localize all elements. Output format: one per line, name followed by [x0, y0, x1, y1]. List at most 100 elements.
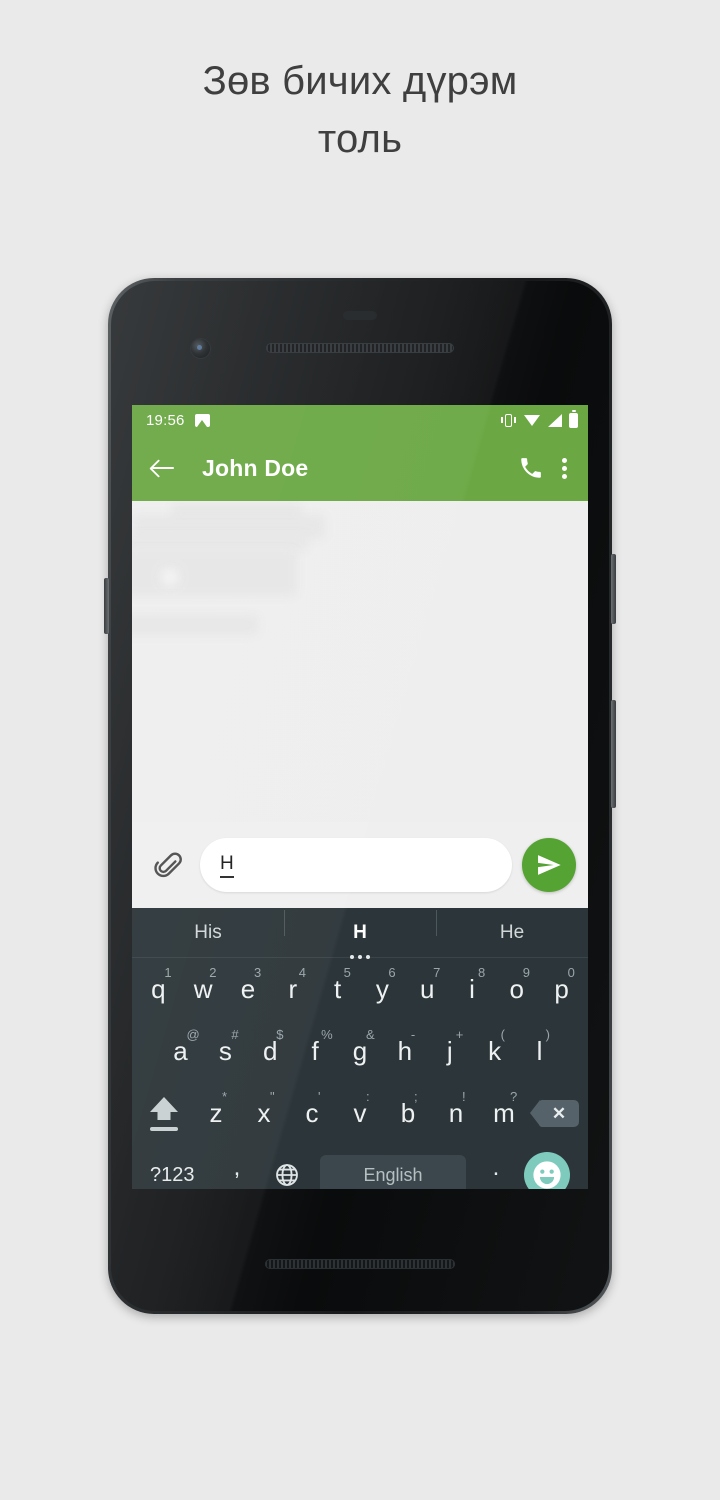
key-superscript: : [366, 1089, 370, 1104]
key-superscript: ? [510, 1089, 518, 1104]
key-superscript: - [410, 1027, 416, 1042]
blurred-message-placeholder [132, 535, 308, 551]
key-label: i [469, 974, 475, 1004]
phone-screen: 19:56 John Doe H His H He 1 q 2 w 3 e 4 … [132, 405, 588, 1189]
key-superscript: 4 [298, 965, 307, 980]
send-button[interactable] [522, 838, 576, 892]
key-u[interactable]: 7u [405, 958, 450, 1020]
page-title-line-1: Зөв бичих дүрэм [202, 59, 518, 103]
key-superscript: " [270, 1089, 275, 1104]
backspace-key[interactable]: ✕ [528, 1082, 584, 1144]
conversation-area[interactable] [132, 501, 588, 822]
keyboard-row-2: @ a # s $ d % f & g -h + j (k ) l [132, 1020, 588, 1082]
globe-icon[interactable] [262, 1162, 312, 1188]
keyboard-row-4: ?123 , English . [132, 1144, 588, 1189]
message-composer: H [132, 822, 588, 908]
key-t[interactable]: 5t [315, 958, 360, 1020]
attachment-icon[interactable] [152, 848, 186, 882]
power-button[interactable] [611, 554, 616, 624]
key-k[interactable]: (k [472, 1020, 517, 1082]
key-superscript: 7 [433, 965, 441, 980]
key-superscript: 5 [343, 965, 351, 980]
key-d[interactable]: $ d [248, 1020, 293, 1082]
key-superscript: ! [462, 1089, 466, 1104]
key-label: f [311, 1036, 319, 1066]
key-c[interactable]: ' c [288, 1082, 336, 1144]
key-g[interactable]: & g [338, 1020, 383, 1082]
key-superscript: $ [276, 1027, 284, 1042]
key-s[interactable]: # s [203, 1020, 248, 1082]
suggestion-label: He [499, 921, 525, 943]
period-key[interactable]: . [474, 1154, 518, 1189]
key-v[interactable]: :v [336, 1082, 384, 1144]
message-input-value: H [220, 853, 234, 878]
blurred-message-placeholder [132, 615, 258, 635]
wifi-icon [524, 414, 541, 427]
phone-bezel: 19:56 John Doe H His H He 1 q 2 w 3 e 4 … [111, 281, 609, 1311]
suggestion-item-0[interactable]: His [132, 922, 284, 944]
key-q[interactable]: 1q [136, 958, 181, 1020]
key-o[interactable]: 9o [494, 958, 539, 1020]
key-superscript: ' [318, 1089, 321, 1104]
page-title-line-2: толь [317, 117, 403, 161]
symbols-key[interactable]: ?123 [144, 1164, 212, 1187]
key-x[interactable]: " x [240, 1082, 288, 1144]
key-i[interactable]: 8i [450, 958, 495, 1020]
backspace-glyph: ✕ [551, 1103, 567, 1123]
key-label: y [375, 974, 389, 1004]
key-label: r [288, 974, 298, 1004]
key-n[interactable]: ! n [432, 1082, 480, 1144]
suggestion-item-2[interactable]: He [436, 909, 588, 944]
key-p[interactable]: 0p [539, 958, 584, 1020]
page-title: Зөв бичих дүрэм толь [0, 52, 720, 168]
status-bar-icons [500, 412, 578, 428]
key-b[interactable]: ; b [384, 1082, 432, 1144]
suggestion-label: H [353, 921, 367, 943]
shift-key[interactable] [136, 1082, 192, 1144]
key-f[interactable]: % f [293, 1020, 338, 1082]
key-label: p [554, 974, 569, 1004]
front-camera-icon [191, 339, 210, 358]
blurred-message-placeholder [162, 569, 178, 585]
volume-button[interactable] [611, 700, 616, 808]
message-input[interactable]: H [200, 838, 512, 892]
key-superscript: ; [414, 1089, 418, 1104]
key-superscript: 6 [388, 965, 396, 980]
key-r[interactable]: 4r [270, 958, 315, 1020]
phone-icon[interactable] [518, 455, 544, 481]
key-a[interactable]: @ a [158, 1020, 203, 1082]
key-superscript: 3 [253, 965, 262, 980]
on-screen-keyboard: His H He 1q 2w 3e 4 r 5 t 6 y 7 u 8 i 9 … [132, 908, 588, 1189]
comma-key[interactable]: , [212, 1154, 262, 1189]
key-e[interactable]: 3e [226, 958, 271, 1020]
promo-screenshot-page: Зөв бичих дүрэм толь 19:56 John Doe H Hi… [0, 0, 720, 1500]
key-superscript: 8 [477, 965, 486, 980]
left-side-button[interactable] [104, 578, 109, 634]
app-bar: John Doe [132, 435, 588, 505]
key-superscript: 9 [522, 965, 530, 980]
phone-device: 19:56 John Doe H His H He 1 q 2 w 3 e 4 … [104, 278, 616, 1314]
vibrate-icon [500, 413, 517, 428]
key-j[interactable]: + j [427, 1020, 472, 1082]
key-superscript: ( [500, 1027, 506, 1042]
key-h[interactable]: -h [382, 1020, 427, 1082]
key-w[interactable]: 2w [181, 958, 226, 1020]
key-z[interactable]: * z [192, 1082, 240, 1144]
key-superscript: # [231, 1027, 239, 1042]
key-label: c [305, 1098, 319, 1128]
earpiece-speaker-icon [266, 343, 454, 353]
key-label: s [218, 1036, 232, 1066]
blurred-message-placeholder [132, 550, 297, 596]
suggestion-label: His [194, 921, 222, 943]
back-arrow-icon[interactable] [146, 451, 180, 485]
key-superscript: ) [545, 1027, 550, 1042]
space-key[interactable]: English [320, 1155, 466, 1189]
key-l[interactable]: ) l [517, 1020, 562, 1082]
key-m[interactable]: ? m [480, 1082, 528, 1144]
key-label: x [257, 1098, 271, 1128]
key-y[interactable]: 6y [360, 958, 405, 1020]
suggestion-item-1[interactable]: H [284, 909, 436, 959]
more-options-icon[interactable] [562, 455, 568, 481]
proximity-sensor [343, 311, 377, 320]
emoji-key[interactable] [518, 1152, 576, 1189]
